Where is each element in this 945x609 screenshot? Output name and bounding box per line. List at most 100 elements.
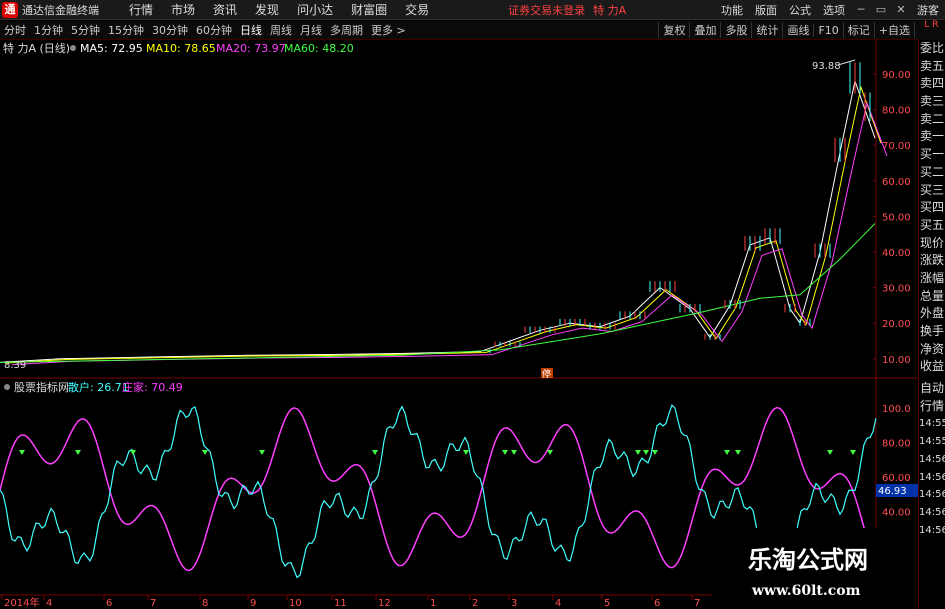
ma20-label: MA20: 73.97 xyxy=(216,42,286,55)
buy-signal-icon xyxy=(652,450,658,455)
x-tick-label: 4 xyxy=(555,598,561,609)
period-monthly[interactable]: 月线 xyxy=(296,22,326,38)
side-item: 买一 xyxy=(919,147,944,162)
menu-ask[interactable]: 问小达 xyxy=(288,1,342,18)
x-tick-label: 6 xyxy=(106,598,112,609)
buy-signal-icon xyxy=(850,450,856,455)
settings-dot-icon[interactable] xyxy=(70,45,76,51)
side-item: 现价 xyxy=(919,235,944,250)
side-item: 卖五 xyxy=(919,58,944,73)
watermark: 乐淘公式网 www.60lt.com xyxy=(712,528,918,609)
menu-market[interactable]: 市场 xyxy=(162,1,204,18)
side-item: 委比 xyxy=(919,41,944,55)
buy-signal-icon xyxy=(643,450,649,455)
menu-options[interactable]: 选项 xyxy=(817,2,851,18)
app-title: 通达信金融终端 xyxy=(22,3,99,17)
side-item: 总量 xyxy=(919,288,944,303)
main-y-tick: 70.00 xyxy=(882,141,911,152)
side-lower-item: 14:56 xyxy=(919,506,945,518)
main-stock-label: 特 力A (日线) xyxy=(3,41,70,55)
side-lower-item: 14:56 xyxy=(919,489,945,501)
period-15min[interactable]: 15分钟 xyxy=(104,22,148,38)
period-30min[interactable]: 30分钟 xyxy=(148,22,192,38)
dealer-label: 庄家: 70.49 xyxy=(122,380,183,394)
side-item: 涨幅 xyxy=(919,270,944,285)
period-multi[interactable]: 多周期 xyxy=(326,22,367,38)
tool-f10[interactable]: F10 xyxy=(813,23,842,37)
tool-adjust[interactable]: 复权 xyxy=(658,22,689,38)
menu-trade[interactable]: 交易 xyxy=(396,1,438,18)
minimize-icon[interactable]: ─ xyxy=(851,3,871,16)
indicator-name: 股票指标网 xyxy=(14,380,69,394)
x-tick-label: 2 xyxy=(472,598,478,609)
menu-discover[interactable]: 发现 xyxy=(246,1,288,18)
period-more[interactable]: 更多 > xyxy=(367,22,410,38)
x-tick-label: 11 xyxy=(334,598,347,609)
x-tick-label: 2014年 xyxy=(4,596,39,609)
x-tick-label: 4 xyxy=(46,598,52,609)
side-item: 收益 xyxy=(919,359,944,374)
menu-news[interactable]: 资讯 xyxy=(204,1,246,18)
buy-signal-icon xyxy=(130,450,136,455)
x-axis: 2014年 4 6 7 8 9 10 11 12 1 2 3 4 5 6 7 xyxy=(1,595,700,609)
side-item: 净资 xyxy=(919,341,944,356)
period-5min[interactable]: 5分钟 xyxy=(67,22,104,38)
indicator-y-tick: 100.0 xyxy=(882,404,911,415)
buy-signal-icon xyxy=(19,450,25,455)
side-lower-item: 14:56 xyxy=(919,471,945,483)
buy-signal-icon xyxy=(635,450,641,455)
main-panel xyxy=(0,40,918,378)
side-lower-item: 14:55 xyxy=(919,418,945,430)
buy-signal-icon xyxy=(259,450,265,455)
ma60-label: MA60: 48.20 xyxy=(284,42,354,55)
period-1min[interactable]: 1分钟 xyxy=(30,22,67,38)
tool-mark[interactable]: 标记 xyxy=(842,22,874,38)
tool-overlay[interactable]: 叠加 xyxy=(689,22,720,38)
tool-multi-stock[interactable]: 多股 xyxy=(720,22,751,38)
right-menu: 功能 版面 公式 选项 ─ ▭ ✕ 游客 xyxy=(715,2,945,18)
guest-label[interactable]: 游客 xyxy=(911,2,945,18)
tool-draw[interactable]: 画线 xyxy=(782,22,813,38)
chart-canvas[interactable]: 特 力A (日线) MA5: 72.95 MA10: 78.65 MA20: 7… xyxy=(0,40,918,609)
menu-quotes[interactable]: 行情 xyxy=(120,1,162,18)
side-item: 买四 xyxy=(919,200,944,215)
period-weekly[interactable]: 周线 xyxy=(266,22,296,38)
high-price-label: 93.88 xyxy=(812,61,841,72)
close-icon[interactable]: ✕ xyxy=(891,3,911,16)
side-item: 卖一 xyxy=(919,129,944,144)
side-lower-item: 14:55 xyxy=(919,436,945,448)
buy-signal-icon xyxy=(75,450,81,455)
buy-signal-icon xyxy=(463,450,469,455)
main-y-tick: 50.00 xyxy=(882,212,911,223)
menu-bar: 通 通达信金融终端 行情 市场 资讯 发现 问小达 财富圈 交易 证券交易未登录… xyxy=(0,0,945,20)
suspension-marker-label: 停 xyxy=(542,368,551,380)
tool-stats[interactable]: 统计 xyxy=(751,22,782,38)
tool-add-watchlist[interactable]: +自选 xyxy=(873,22,914,38)
x-tick-label: 8 xyxy=(202,598,208,609)
x-tick-label: 5 xyxy=(604,598,610,609)
restore-icon[interactable]: ▭ xyxy=(871,3,891,16)
watermark-title: 乐淘公式网 xyxy=(748,545,868,574)
buy-signal-icon xyxy=(724,450,730,455)
buy-signal-icon xyxy=(202,450,208,455)
side-item: 卖二 xyxy=(919,111,944,126)
indicator-settings-icon[interactable] xyxy=(4,384,10,390)
period-tick[interactable]: 分时 xyxy=(0,22,30,38)
period-daily[interactable]: 日线 xyxy=(236,22,266,38)
buy-signal-icon xyxy=(735,450,741,455)
menu-wealth[interactable]: 财富圈 xyxy=(342,1,396,18)
menu-formula[interactable]: 公式 xyxy=(783,2,817,18)
main-y-tick: 60.00 xyxy=(882,177,911,188)
main-y-tick: 40.00 xyxy=(882,248,911,259)
indicator-y-tick: 80.00 xyxy=(882,439,911,450)
menu-function[interactable]: 功能 xyxy=(715,2,749,18)
period-60min[interactable]: 60分钟 xyxy=(192,22,236,38)
side-item: 外盘 xyxy=(919,306,944,321)
x-tick-label: 10 xyxy=(289,598,302,609)
x-tick-label: 12 xyxy=(378,598,391,609)
login-notice[interactable]: 证券交易未登录 xyxy=(508,2,585,18)
main-y-tick: 80.00 xyxy=(882,106,911,117)
main-y-tick: 10.00 xyxy=(882,355,911,366)
menu-layout[interactable]: 版面 xyxy=(749,2,783,18)
indicator-signals xyxy=(19,450,856,455)
